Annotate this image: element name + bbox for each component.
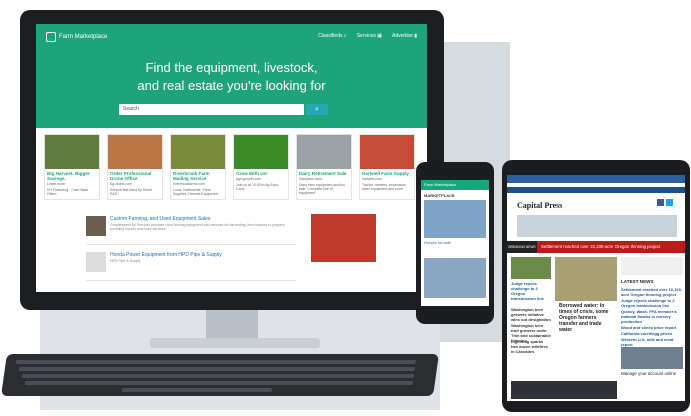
breaking-news-label: BREAKING NEWS [507,241,537,253]
tablet-promo-strip[interactable] [517,215,677,237]
card-title: Hartwell Farm Supply [362,171,409,176]
phone-caption[interactable]: Horses for sale [424,240,451,245]
hero-title-line-2: and real estate you're looking for [137,78,326,93]
latest-news-item[interactable]: Wood and sheep price report [621,325,683,330]
headline-left[interactable]: Judge rejects challenge to 2 Oregon tran… [511,281,551,301]
latest-news-item[interactable]: California smelt/egg prices [621,331,683,336]
card-title: Dairy Retirement Sale [299,171,347,176]
breaking-news-banner[interactable]: BREAKING NEWS Settlement reached over 10… [507,241,685,253]
logo-text: Farm Marketplace [59,34,108,40]
nav-services[interactable]: Services ▣ [357,33,382,39]
card-title: Big Harvest. Bigger Savings. [47,171,90,181]
facebook-icon[interactable] [657,199,664,206]
card-image [171,135,225,169]
logo-icon [46,32,56,42]
breaking-news-text: Settlement reached over 10,100-acre Oreg… [541,244,661,249]
video-strip[interactable] [511,381,617,399]
chart-icon: ▮ [414,33,417,39]
card-title: Grow With Us! [236,171,268,176]
account-promo-image[interactable] [621,347,683,369]
tablet-nav[interactable] [507,187,685,193]
lead-headline[interactable]: Borrowed water: In times of crisis, some… [559,303,615,333]
listing-meta: HPD Pipe & Supply [110,259,141,263]
spacebar [121,388,273,392]
site-logo[interactable]: Farm Marketplace [46,32,107,42]
featured-card[interactable]: Grow With Us! agri-growth.com Join us at… [233,134,289,200]
side-story[interactable]: Washington teen growers initiative wins … [511,307,551,322]
store-icon: ▣ [377,33,382,39]
card-description: Service first hand by Drone R&D [110,188,153,196]
nav-advertise[interactable]: Advertise ▮ [392,33,417,39]
nav-classifieds[interactable]: Classifieds ⌕ [318,33,346,39]
card-title: Riverbrook Farm Mailing Service [173,171,210,181]
search-button[interactable]: ⌕ [306,104,328,115]
phone-header-title: Farm Marketplace [424,182,457,187]
latest-news-title: LATEST NEWS [621,279,654,284]
ad-banner[interactable] [621,257,683,275]
listing-thumbnail [86,252,106,272]
latest-news-item[interactable]: Quincy, Wash. FFA member a national fina… [621,309,683,324]
list-item[interactable]: Honda Power Equipment from HPD Pipe & Su… [86,250,296,281]
card-image [45,135,99,169]
phone-listing-image[interactable] [424,200,486,238]
listing-description: Grapflesebee by Services provides used f… [110,223,286,231]
search-icon: ⌕ [315,106,319,113]
featured-card[interactable]: Riverbrook Farm Mailing Service riverbro… [170,134,226,200]
card-description: 0% Financing · Cash Back Offers [47,188,89,196]
listing-panel: Custom Farming, and Used Equipment Sales… [86,214,386,292]
lead-story-image[interactable] [555,257,617,301]
top-nav: Classifieds ⌕ Services ▣ Advertise ▮ [318,33,417,39]
featured-card[interactable]: Hartwell Farm Supply hartwell.com Tracto… [359,134,415,200]
key-row [18,367,416,371]
monitor-base [150,338,320,348]
desktop-screen: Farm Marketplace Classifieds ⌕ Services … [36,24,427,292]
masthead[interactable]: Capital Press [517,201,562,210]
card-title: Order Professional Drone Office [110,171,152,181]
phone-section-title: MARKETPLACE [424,193,455,198]
ad-tile[interactable] [311,214,376,262]
card-image [234,135,288,169]
card-description: Tractor, mowers, excavators, other equip… [362,183,407,191]
keyboard [1,354,439,396]
search-icon: ⌕ [343,33,347,39]
listing-thumbnail [86,216,106,236]
card-image [108,135,162,169]
listing-title[interactable]: Honda Power Equipment from HPD Pipe & Su… [110,252,222,258]
card-image [297,135,351,169]
card-description: Join us at 10:00 in Ag Expo Carts [236,183,279,191]
latest-news-item[interactable]: Western U.S. milk and meat report [621,337,683,347]
phone-listing-image[interactable] [424,258,486,298]
featured-cards: Big Harvest. Bigger Savings. Learn more … [44,134,427,200]
search-input[interactable]: Search [119,104,304,115]
featured-card[interactable]: Big Harvest. Bigger Savings. Learn more … [44,134,100,200]
hero-section: Farm Marketplace Classifieds ⌕ Services … [36,24,427,128]
card-image [360,135,414,169]
phone-header: Farm Marketplace [421,180,489,190]
featured-card[interactable]: Dairy Retirement Sale Dairyfarm Auto Dai… [296,134,352,200]
key-row [15,360,417,364]
side-story[interactable]: Lightning sparks two dozen wildfires in … [511,339,551,354]
story-image[interactable] [511,257,551,279]
card-description: Dairy farm equipment auction sale. Compl… [299,183,345,195]
twitter-icon[interactable] [666,199,673,206]
card-description: Local, Nationwide. Farm Supplies, Harves… [173,188,219,196]
listing-title[interactable]: Custom Farming, and Used Equipment Sales [110,216,210,222]
key-row [21,374,415,378]
list-item[interactable]: Custom Farming, and Used Equipment Sales… [86,214,296,245]
latest-news-item[interactable]: Settlement reached over 10,100-acre Oreg… [621,287,683,297]
featured-card[interactable]: Order Professional Drone Office Ag-drone… [107,134,163,200]
hero-title-line-1: Find the equipment, livestock, [145,60,318,75]
manage-account-link[interactable]: Manage your account online [621,371,676,376]
key-row [24,381,414,385]
phone-screen: Farm Marketplace MARKETPLACE Horses for … [421,180,489,306]
latest-news-item[interactable]: Judge rejects challenge to 2 Oregon tran… [621,298,683,308]
tablet-screen: Capital Press BREAKING NEWS Settlement r… [507,175,685,401]
tablet-top-bar [507,175,685,183]
